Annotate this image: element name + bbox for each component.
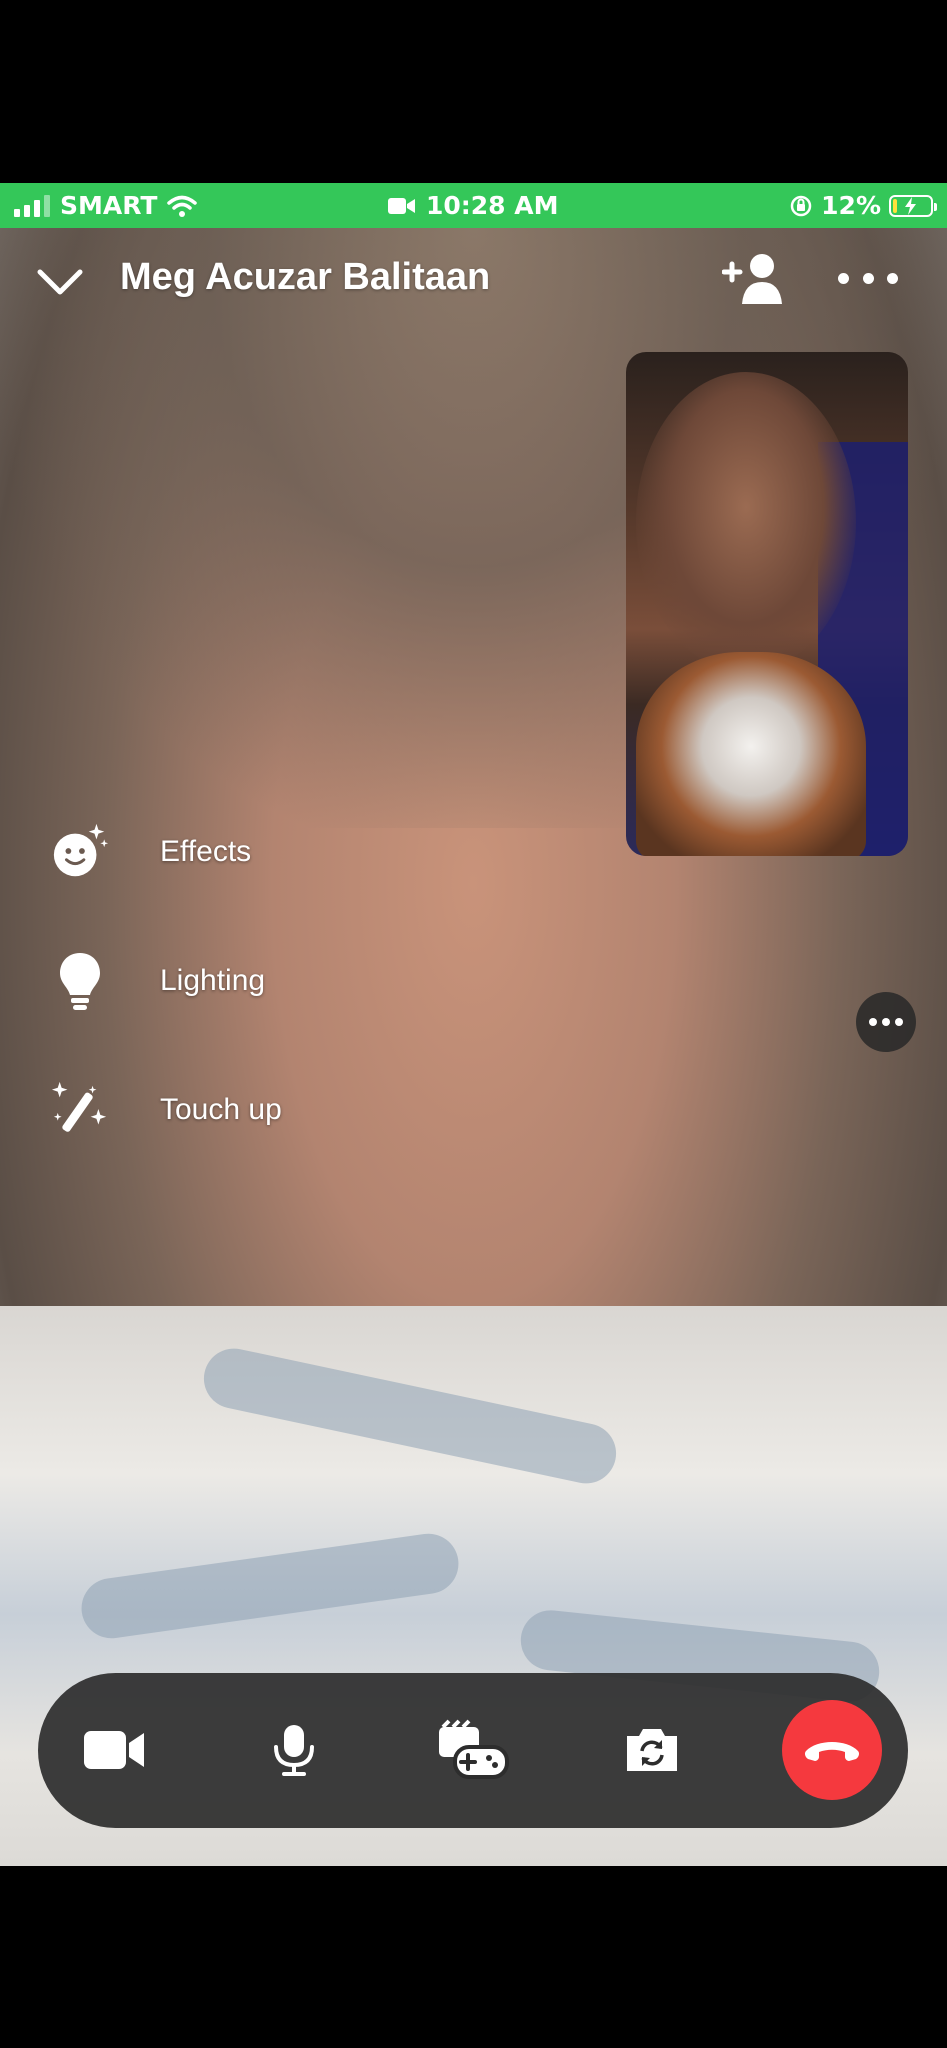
menu-label-lighting: Lighting: [160, 964, 266, 997]
more-options-button[interactable]: [838, 258, 898, 298]
orientation-lock-icon: [790, 195, 812, 216]
status-bar-center: 10:28 AM: [388, 183, 559, 228]
status-bar-left: SMART: [14, 183, 198, 228]
lightbulb-icon: [50, 951, 110, 1011]
contact-name: Meg Acuzar Balitaan: [120, 256, 491, 298]
video-camera-icon: [84, 1731, 144, 1769]
end-call-icon: [804, 1742, 860, 1761]
battery-level: [893, 198, 897, 213]
carrier-name: SMART: [60, 191, 158, 220]
add-person-icon[interactable]: [722, 250, 788, 306]
wifi-icon: [167, 195, 198, 217]
flip-camera-button[interactable]: [592, 1690, 712, 1810]
status-time: 10:28 AM: [426, 191, 559, 220]
call-header: Meg Acuzar Balitaan: [0, 228, 947, 328]
menu-item-effects[interactable]: Effects: [50, 822, 251, 882]
charging-bolt-icon: [905, 196, 916, 215]
more-effects-button[interactable]: [856, 992, 916, 1052]
activities-button[interactable]: [413, 1690, 533, 1810]
video-camera-button[interactable]: [55, 1690, 175, 1810]
cellular-signal-icon: [14, 194, 50, 217]
smiley-sparkle-icon: [50, 822, 110, 882]
status-bar: SMART 10:28 AM 12%: [0, 183, 947, 228]
magic-wand-icon: [50, 1080, 110, 1140]
menu-item-touch-up[interactable]: Touch up: [50, 1080, 282, 1140]
video-call-indicator-icon: [388, 197, 415, 214]
self-view-video[interactable]: [626, 352, 908, 856]
menu-item-lighting[interactable]: Lighting: [50, 951, 265, 1011]
flip-camera-icon: [627, 1729, 677, 1771]
battery-percent: 12%: [821, 191, 881, 220]
call-controls: [38, 1673, 908, 1828]
status-bar-right: 12%: [789, 183, 937, 228]
remote-video: Meg Acuzar Balitaan Effects Lighting Tou…: [0, 228, 947, 1866]
games-icon: [439, 1719, 509, 1779]
microphone-button[interactable]: [234, 1690, 354, 1810]
menu-label-effects: Effects: [160, 835, 252, 868]
battery-icon: [889, 194, 937, 217]
chevron-down-icon[interactable]: [36, 268, 84, 298]
menu-label-touch-up: Touch up: [160, 1093, 282, 1126]
end-call-button[interactable]: [782, 1700, 882, 1800]
microphone-icon: [274, 1725, 314, 1776]
